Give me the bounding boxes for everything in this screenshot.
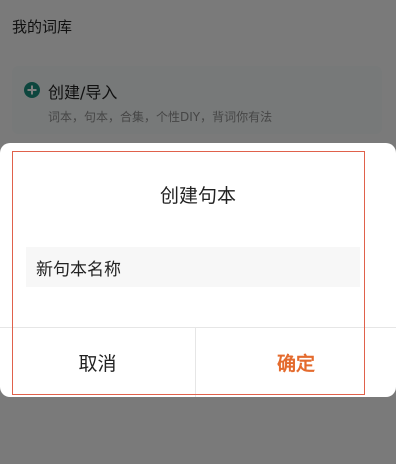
create-sentence-book-dialog: 创建句本 取消 确定	[0, 143, 396, 397]
confirm-button[interactable]: 确定	[196, 328, 396, 397]
book-name-input[interactable]	[26, 247, 360, 287]
cancel-button[interactable]: 取消	[0, 328, 195, 397]
dialog-title: 创建句本	[159, 185, 236, 207]
